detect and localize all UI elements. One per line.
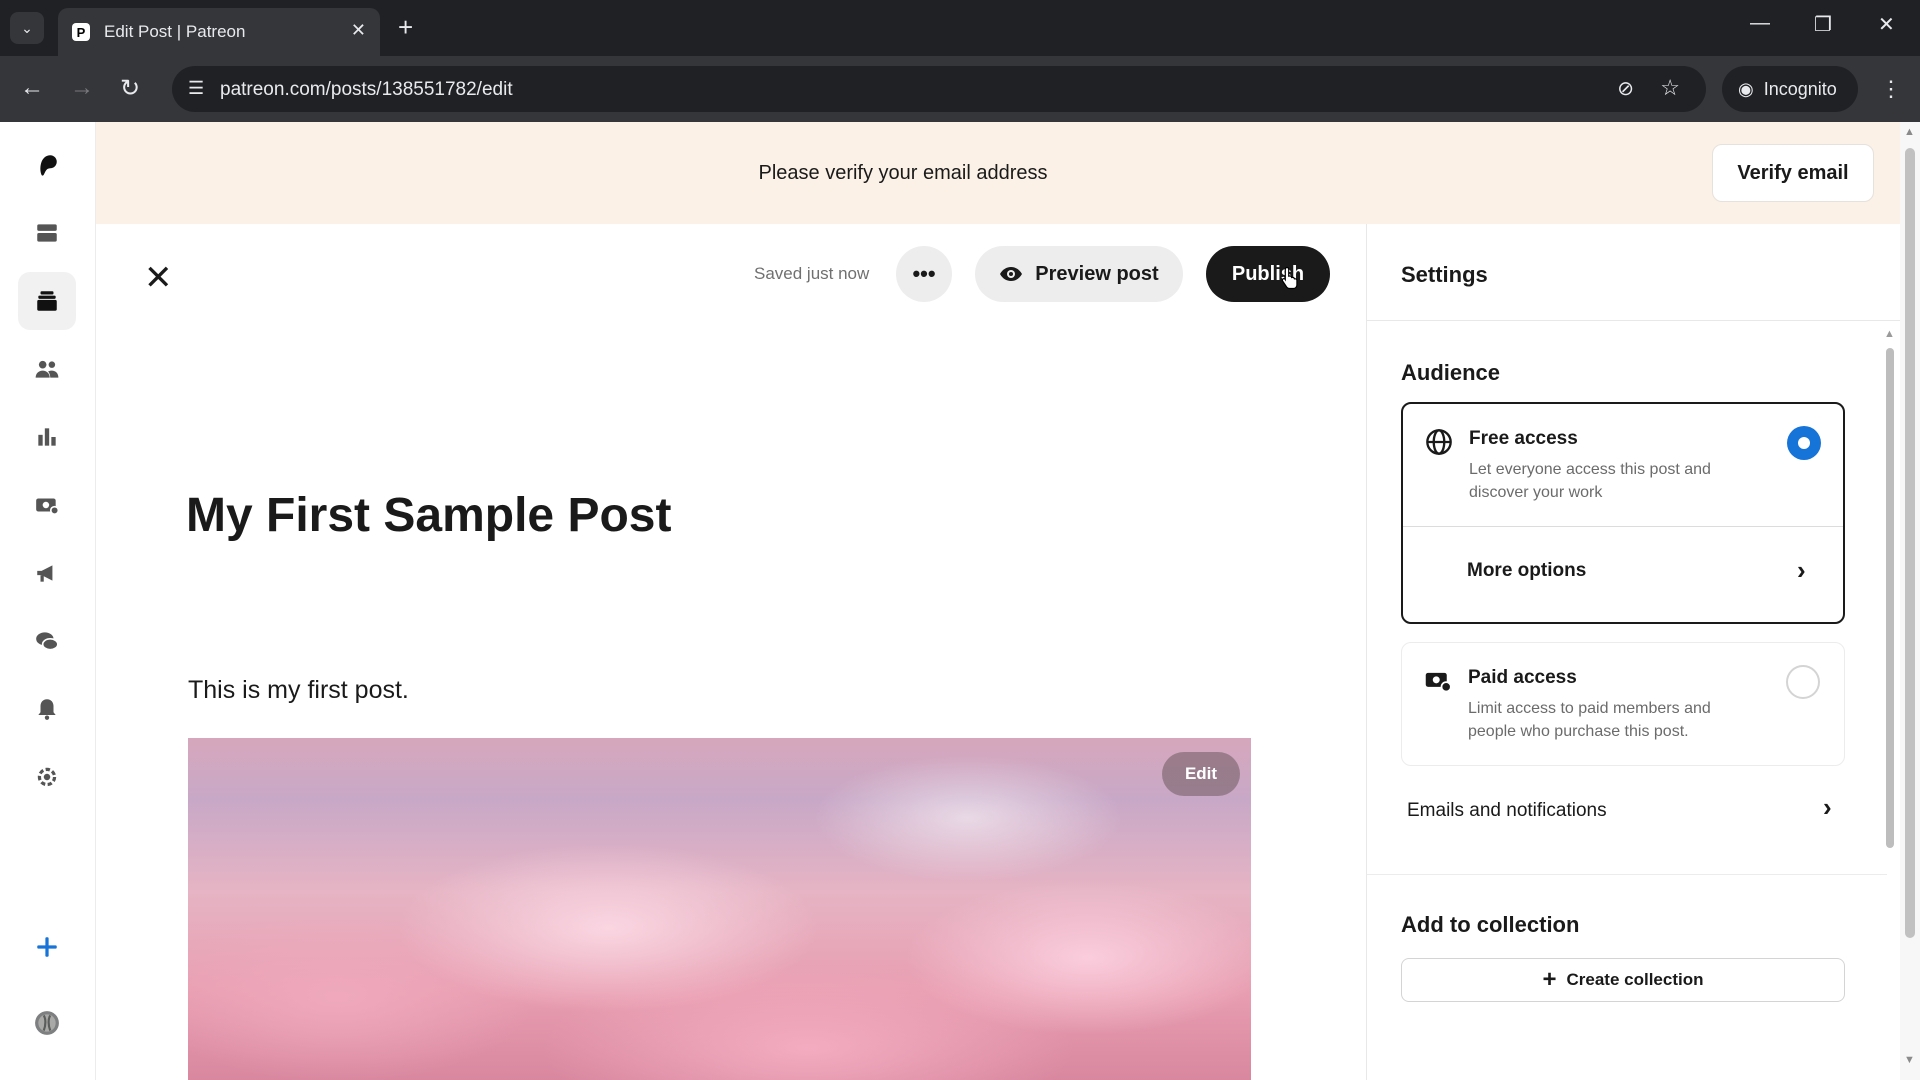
audience-heading: Audience [1401,360,1501,385]
notifications-icon[interactable] [18,680,76,738]
paid-access-icon [1425,672,1452,693]
saved-status: Saved just now [754,264,870,283]
tab-title: Edit Post | Patreon [104,22,246,41]
restore-icon[interactable]: ❐ [1814,12,1832,37]
browser-tab[interactable]: P Edit Post | Patreon ✕ [58,8,380,56]
posts-icon[interactable] [18,272,76,330]
paid-access-radio[interactable] [1786,665,1820,699]
browser-tab-bar: ⌄ P Edit Post | Patreon ✕ + — ❐ ✕ [0,0,1920,56]
more-horizontal-icon: ••• [912,261,936,286]
create-collection-label: Create collection [1566,970,1704,989]
insights-icon[interactable] [18,408,76,466]
create-icon[interactable] [18,918,76,976]
free-access-title: Free access [1469,428,1578,449]
scroll-up-arrow-icon[interactable]: ▲ [1904,126,1915,138]
url-text[interactable]: patreon.com/posts/138551782/edit [220,79,513,101]
site-info-icon[interactable]: ☰ [188,78,204,99]
page-scrollbar-thumb[interactable] [1905,148,1915,938]
app-sidebar [0,122,96,1080]
eye-off-icon[interactable]: ⊘ [1617,76,1634,101]
audience-icon[interactable] [18,340,76,398]
free-access-option[interactable]: Free access Let everyone access this pos… [1403,404,1843,524]
emails-notifications-label: Emails and notifications [1407,800,1607,821]
page-scrollbar[interactable]: ▲ ▼ [1900,122,1920,1080]
paid-access-option[interactable]: Paid access Limit access to paid members… [1401,642,1845,766]
more-options-label: More options [1467,560,1587,581]
settings-heading: Settings [1401,262,1488,287]
close-editor-icon[interactable]: ✕ [144,258,173,298]
avatar[interactable] [18,994,76,1052]
patreon-logo-icon[interactable] [18,136,76,194]
chevron-right-icon: › [1823,792,1832,822]
window-close-icon[interactable]: ✕ [1878,12,1895,37]
patreon-favicon-icon: P [72,23,90,41]
audience-options-card: Free access Let everyone access this pos… [1401,402,1845,624]
post-editor: ✕ Saved just now ••• Preview post Publis… [96,224,1451,1080]
publish-button[interactable]: Publish [1206,246,1330,302]
chevron-right-icon: › [1797,555,1806,585]
scroll-down-arrow-icon[interactable]: ▼ [1904,1054,1915,1066]
forward-icon[interactable]: → [70,74,94,102]
verify-email-button[interactable]: Verify email [1712,144,1874,202]
settings-scrollbar[interactable]: ▲ [1883,328,1897,848]
promotions-icon[interactable] [18,544,76,602]
incognito-indicator[interactable]: ◉ Incognito [1722,66,1858,112]
eye-icon [1000,267,1023,281]
chats-icon[interactable] [18,612,76,670]
verify-email-banner: Please verify your email address Verify … [96,122,1900,224]
scroll-up-arrow-icon[interactable]: ▲ [1884,328,1895,340]
settings-panel: Settings Audience Free access Let everyo… [1366,224,1901,1080]
more-actions-button[interactable]: ••• [896,246,952,302]
verify-email-message: Please verify your email address [758,162,1048,184]
library-icon[interactable] [18,204,76,262]
payouts-icon[interactable] [18,476,76,534]
chevron-down-icon: ⌄ [21,19,33,36]
divider [1367,320,1901,321]
post-title[interactable]: My First Sample Post [186,488,671,543]
new-tab-icon[interactable]: + [398,12,413,43]
emails-notifications-row[interactable]: Emails and notifications › [1367,784,1867,844]
tab-search-button[interactable]: ⌄ [10,12,44,44]
preview-post-label: Preview post [1035,262,1159,285]
preview-post-button[interactable]: Preview post [975,246,1183,302]
free-access-radio[interactable] [1787,426,1821,460]
post-image-pink-clouds[interactable] [188,738,1251,1080]
create-collection-button[interactable]: + Create collection [1401,958,1845,1002]
divider [1367,874,1887,875]
post-body-text[interactable]: This is my first post. [188,676,409,705]
minimize-icon[interactable]: — [1750,12,1770,35]
image-edit-button[interactable]: Edit [1162,752,1240,796]
globe-icon [1426,429,1452,455]
browser-toolbar: ← → ↻ ☰ patreon.com/posts/138551782/edit… [0,56,1920,122]
incognito-icon: ◉ [1738,78,1754,99]
reload-icon[interactable]: ↻ [120,74,140,103]
browser-menu-icon[interactable]: ⋮ [1880,76,1902,102]
paid-access-title: Paid access [1468,667,1577,688]
settings-scrollbar-thumb[interactable] [1886,348,1894,848]
incognito-label: Incognito [1763,78,1837,99]
address-bar[interactable]: ☰ patreon.com/posts/138551782/edit ⊘ ☆ [172,66,1706,112]
hand-cursor-icon [1281,266,1298,290]
add-to-collection-heading: Add to collection [1401,912,1580,937]
plus-icon: + [1542,966,1557,993]
settings-icon[interactable] [18,748,76,806]
bookmark-star-icon[interactable]: ☆ [1660,75,1680,101]
tab-close-icon[interactable]: ✕ [351,20,366,41]
back-icon[interactable]: ← [20,74,44,102]
more-options-row[interactable]: More options › [1403,527,1843,622]
paid-access-description: Limit access to paid members and people … [1468,700,1711,740]
free-access-description: Let everyone access this post and discov… [1469,461,1711,501]
